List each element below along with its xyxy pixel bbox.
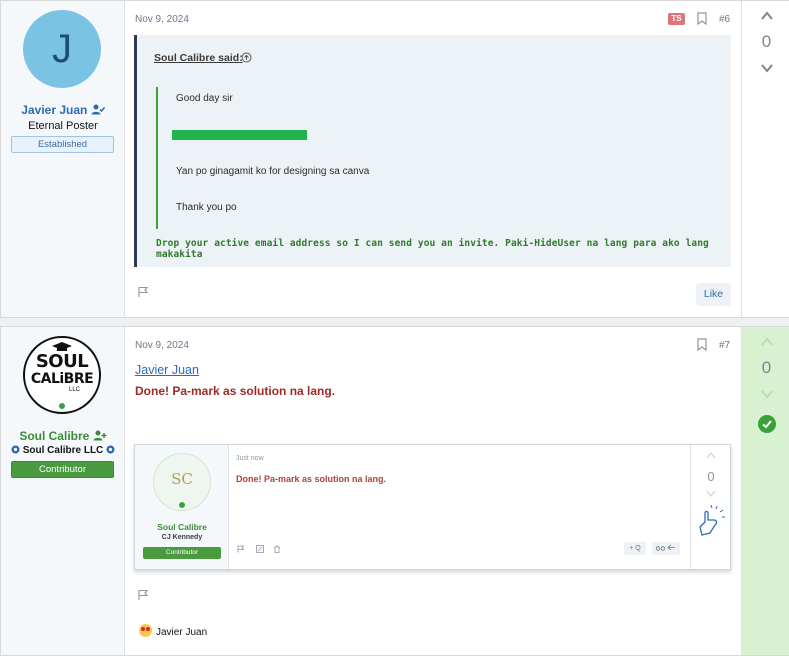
post-body: Nov 9, 2024 TS #6 Soul Calibre said: Goo…: [125, 1, 741, 317]
avatar[interactable]: SOUL CALiBRE LLC: [23, 336, 101, 414]
heart-eye-left: [141, 627, 145, 631]
quote-line-1: Good day sir: [176, 93, 233, 104]
post-date[interactable]: Nov 9, 2024: [135, 340, 189, 351]
embedded-edit-icon: [256, 545, 264, 553]
bookmark-icon[interactable]: [697, 12, 707, 25]
embedded-username: Soul Calibre: [157, 522, 207, 532]
inner-quote-bar: [156, 87, 158, 229]
vote-count: 0: [761, 358, 772, 377]
heart-eyes-emoji-icon: [139, 624, 152, 637]
checkmark-icon: [762, 420, 772, 429]
logo-text-calibre: CALiBRE: [30, 371, 94, 387]
embedded-share-button: [652, 542, 680, 555]
embedded-screenshot: SC Soul Calibre CJ Kennedy Contributor J…: [134, 444, 731, 570]
binoculars-icon: [655, 546, 666, 551]
user-banner: Established: [11, 136, 114, 153]
dot-circle-icon: [11, 445, 20, 454]
user-column: J Javier Juan Eternal Poster Established: [1, 1, 125, 317]
bookmark-icon[interactable]: [697, 338, 707, 351]
reaction-user[interactable]: Javier Juan: [156, 627, 207, 638]
post-message: Done! Pa-mark as solution na lang.: [135, 384, 336, 398]
post-number[interactable]: #6: [719, 14, 730, 25]
upvote-icon[interactable]: [760, 9, 774, 23]
like-button[interactable]: Like: [696, 283, 731, 306]
post-number[interactable]: #7: [719, 340, 730, 351]
embedded-monogram: SC: [171, 470, 193, 488]
vote-column: 0: [741, 1, 789, 317]
online-indicator: [57, 401, 67, 411]
upvote-icon[interactable]: [760, 335, 774, 349]
user-banner: Contributor: [11, 461, 114, 478]
logo-text-soul: SOUL: [35, 351, 89, 372]
arrow-up-circle-icon[interactable]: [241, 52, 252, 63]
username[interactable]: Soul Calibre: [1, 429, 125, 443]
avatar[interactable]: J: [23, 10, 101, 88]
quote-line-3: Thank you po: [176, 202, 237, 213]
quote-author[interactable]: Soul Calibre said:: [154, 52, 243, 64]
logo-text-llc: LLC: [69, 387, 81, 393]
reply-icon: [667, 544, 675, 551]
post-6: J Javier Juan Eternal Poster Established…: [0, 0, 789, 318]
embedded-vote-count: 0: [707, 469, 715, 484]
post-7: SOUL CALiBRE LLC Soul Calibre Soul Calib…: [0, 326, 789, 656]
heart-eye-right: [146, 627, 150, 631]
username-label[interactable]: Soul Calibre: [19, 429, 89, 443]
username[interactable]: Javier Juan: [1, 103, 125, 117]
dot-circle-icon: [106, 445, 115, 454]
vote-column: 0: [741, 327, 789, 655]
quote-block: Soul Calibre said: Good day sir Yan po g…: [134, 35, 731, 267]
embedded-time: Just now: [236, 455, 264, 462]
user-check-icon: [91, 104, 105, 115]
embedded-message: Done! Pa-mark as solution na lang.: [236, 474, 387, 484]
reaction-bar[interactable]: Javier Juan: [139, 624, 207, 638]
embedded-organization: CJ Kennedy: [161, 534, 203, 541]
embedded-downvote-icon: [706, 490, 716, 498]
embedded-banner: Contributor: [143, 547, 221, 559]
post-date[interactable]: Nov 9, 2024: [135, 14, 189, 25]
vote-count: 0: [761, 32, 772, 51]
embedded-avatar: SC: [153, 453, 211, 511]
post-body: Nov 9, 2024 #7 Javier Juan Done! Pa-mark…: [125, 327, 741, 655]
solution-check-icon[interactable]: [758, 415, 776, 433]
user-plus-icon: [93, 430, 107, 441]
flag-icon[interactable]: [137, 286, 149, 298]
embedded-trash-icon: [274, 545, 280, 553]
user-column: SOUL CALiBRE LLC Soul Calibre Soul Calib…: [1, 327, 125, 655]
post-message: Drop your active email address so I can …: [156, 238, 709, 260]
organization-label: Soul Calibre LLC: [22, 445, 104, 456]
embedded-online-indicator: [178, 501, 186, 509]
embedded-upvote-icon: [706, 451, 716, 459]
embedded-vote-column: 0: [690, 445, 730, 569]
embedded-quote-button: + Q: [624, 542, 646, 555]
flag-icon[interactable]: [137, 589, 149, 601]
pointer-hand-icon: [699, 505, 725, 536]
thread-starter-badge: TS: [668, 13, 685, 25]
embedded-flag-icon: [237, 545, 245, 553]
downvote-icon[interactable]: [760, 387, 774, 401]
embedded-user-column: SC Soul Calibre CJ Kennedy Contributor: [135, 445, 229, 569]
green-highlight-bar: [172, 130, 307, 140]
user-title: Eternal Poster: [28, 120, 98, 132]
username-label[interactable]: Javier Juan: [21, 103, 87, 117]
downvote-icon[interactable]: [760, 61, 774, 75]
user-mention-link[interactable]: Javier Juan: [135, 363, 199, 377]
organization: Soul Calibre LLC: [1, 445, 125, 456]
post-separator: [0, 318, 789, 326]
quote-line-2: Yan po ginagamit ko for designing sa can…: [176, 166, 370, 177]
